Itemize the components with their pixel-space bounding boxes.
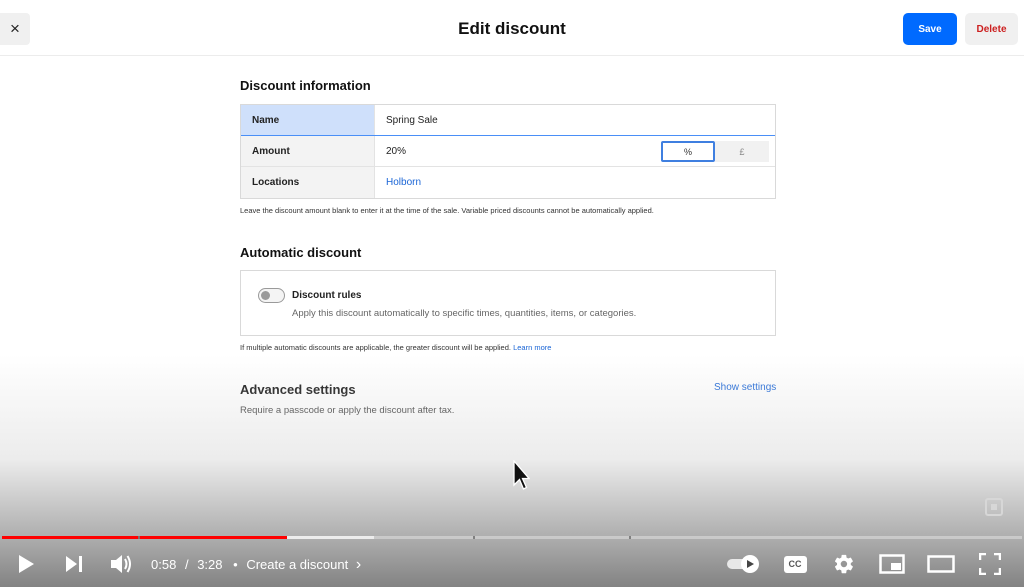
app-header: × Edit discount Save Delete [0,0,1024,56]
percent-unit-button[interactable]: % [661,141,715,162]
chevron-right-icon: › [355,556,362,573]
current-time: 0:58 [151,557,177,572]
automatic-help-sentence: If multiple automatic discounts are appl… [240,343,511,352]
locations-label: Locations [241,167,375,198]
mouse-pointer-icon [513,460,530,490]
miniplayer-button[interactable] [877,549,907,579]
autoplay-toggle[interactable] [724,549,764,579]
chapter-title: Create a discount [246,557,349,572]
amount-field[interactable]: 20% % £ [375,136,775,166]
toggle-knob [261,291,270,300]
next-icon [66,556,82,572]
played-segment [2,536,287,539]
learn-more-link[interactable]: Learn more [513,343,551,352]
duration: 3:28 [197,557,223,572]
chapter-break-0 [137,536,140,539]
autoplay-toggle-icon [727,555,759,573]
show-settings-link[interactable]: Show settings [714,382,776,393]
captions-button[interactable]: CC [780,549,810,579]
theater-mode-icon [927,555,955,573]
chapter-title-button[interactable]: Create a discount › [246,556,362,573]
amount-help-text: Leave the discount amount blank to enter… [240,206,654,215]
currency-unit-button[interactable]: £ [715,141,769,162]
automatic-help-text: If multiple automatic discounts are appl… [240,343,551,352]
chapter-bullet: • [233,557,238,572]
automatic-discount-heading: Automatic discount [240,245,362,260]
page-title: Edit discount [458,19,566,38]
volume-button[interactable] [106,549,136,579]
captions-icon: CC [783,555,807,573]
settings-gear-icon [834,554,853,574]
progress-bar[interactable] [2,536,1022,539]
square-logo-watermark-icon [985,498,1003,516]
amount-row: Amount 20% % £ [241,136,775,167]
advanced-settings-heading: Advanced settings [240,382,356,397]
locations-link[interactable]: Holborn [375,167,775,198]
save-button[interactable]: Save [903,13,957,45]
time-separator: / [184,557,189,572]
discount-information-heading: Discount information [240,78,371,93]
amount-input[interactable]: 20% [386,146,406,157]
theater-mode-button[interactable] [925,549,957,579]
amount-label: Amount [241,136,375,166]
discount-rules-card: Discount rules Apply this discount autom… [240,270,776,336]
discount-rules-label: Discount rules [292,290,362,301]
discount-rules-toggle[interactable] [258,288,285,303]
fullscreen-icon [979,553,1001,575]
next-button[interactable] [60,549,88,579]
play-icon [19,555,34,573]
volume-icon [111,555,131,573]
name-input[interactable]: Spring Sale [375,105,775,135]
miniplayer-icon [879,554,905,574]
name-label: Name [241,105,375,135]
time-display: 0:58 / 3:28 • Create a discount › [151,556,361,574]
settings-button[interactable] [829,549,859,579]
chapter-break-1 [473,536,476,539]
locations-row: Locations Holborn [241,167,775,198]
play-button[interactable] [12,549,40,579]
captions-label: CC [788,559,802,569]
discount-info-table: Name Spring Sale Amount 20% % £ Location… [240,104,776,199]
delete-button[interactable]: Delete [965,13,1018,45]
discount-rules-description: Apply this discount automatically to spe… [292,308,637,319]
fullscreen-button[interactable] [975,549,1005,579]
chapter-break-2 [629,536,632,539]
name-row: Name Spring Sale [241,105,775,136]
advanced-settings-description: Require a passcode or apply the discount… [240,405,455,416]
